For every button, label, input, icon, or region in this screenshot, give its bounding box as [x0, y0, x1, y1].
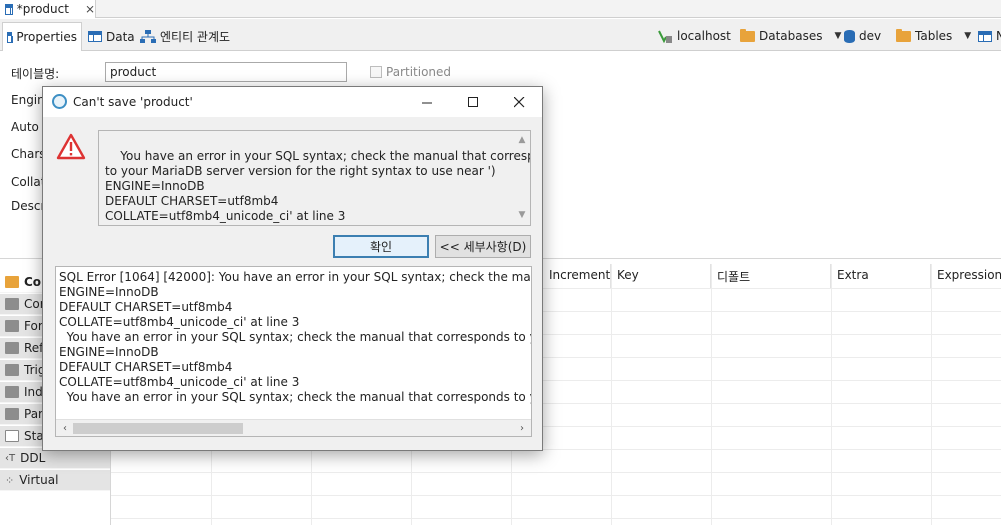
tab-partitions-label: Par: [24, 407, 43, 421]
connection-label: localhost: [677, 29, 731, 43]
minimize-icon: [421, 102, 432, 103]
column-header-key[interactable]: Key: [611, 264, 711, 288]
dialog-title: Can't save 'product': [73, 95, 193, 109]
folder-icon: [5, 386, 19, 398]
column-header-extra[interactable]: Extra: [831, 264, 931, 288]
tab-data[interactable]: Data: [84, 22, 139, 51]
grid-line: [111, 518, 1001, 519]
scrollbar-thumb[interactable]: [73, 423, 243, 434]
error-details-box[interactable]: SQL Error [1064] [42000]: You have an er…: [55, 266, 532, 437]
connection-selector[interactable]: localhost: [657, 27, 731, 45]
folder-icon: [5, 364, 19, 376]
table-icon: [978, 30, 992, 42]
editor-tab-product[interactable]: *product ⨯: [0, 0, 96, 18]
error-details-text: SQL Error [1064] [42000]: You have an er…: [59, 270, 531, 404]
tab-properties-label: Properties: [16, 30, 77, 44]
chevron-down-icon[interactable]: ▼: [835, 31, 842, 41]
horizontal-scrollbar[interactable]: ‹ ›: [56, 419, 531, 436]
details-button[interactable]: << 세부사항(D): [435, 235, 531, 258]
editor-tab-bar: *product ⨯: [0, 0, 1001, 18]
error-dialog: Can't save 'product' You have an error i…: [42, 86, 543, 451]
close-tab-icon[interactable]: ⨯: [85, 2, 95, 16]
database-icon: [844, 29, 855, 43]
scroll-down-icon[interactable]: ▼: [519, 208, 526, 223]
tab-properties[interactable]: Properties: [2, 22, 82, 51]
grid-line: [931, 264, 932, 525]
databases-folder-icon: [740, 28, 755, 42]
scroll-right-icon[interactable]: ›: [515, 421, 529, 435]
scroll-left-icon[interactable]: ‹: [58, 421, 72, 435]
table-selector-label: N: [996, 29, 1001, 43]
minimize-button[interactable]: [404, 87, 450, 117]
folder-icon: [5, 408, 19, 420]
app-icon: [52, 94, 67, 109]
close-icon: [513, 96, 524, 107]
tab-ddl[interactable]: ‹T DDL: [0, 448, 110, 469]
tab-er-diagram-label: 엔티티 관계도: [160, 30, 231, 44]
message-scrollbar[interactable]: ▲ ▼: [516, 133, 528, 223]
table-icon: [5, 3, 13, 15]
databases-label: Databases: [759, 29, 823, 43]
auto-increment-label: Auto I: [11, 120, 47, 134]
checkbox-icon[interactable]: [370, 66, 382, 78]
grid-line: [831, 264, 832, 525]
connection-icon: [658, 30, 672, 44]
constraints-icon: [5, 298, 19, 310]
info-icon: [5, 430, 19, 442]
properties-icon: [7, 31, 14, 43]
tab-ddl-label: DDL: [20, 451, 46, 465]
maximize-button[interactable]: [450, 87, 496, 117]
maximize-icon: [467, 96, 478, 107]
table-name-input[interactable]: product: [105, 62, 347, 82]
editor-tab-title: *product: [16, 2, 69, 16]
ddl-icon: ‹T: [5, 452, 16, 464]
folder-icon: [5, 342, 19, 354]
tables-selector[interactable]: Tables ▼: [896, 27, 971, 45]
chevron-down-icon[interactable]: ▼: [964, 31, 971, 41]
tables-label: Tables: [915, 29, 953, 43]
column-header-increment[interactable]: Increment: [543, 264, 611, 288]
tab-virtual-label: Virtual: [19, 473, 59, 487]
partitioned-label: Partitioned: [386, 65, 452, 79]
error-message-box: You have an error in your SQL syntax; ch…: [98, 130, 531, 226]
warning-icon: [56, 133, 86, 160]
database-label: dev: [859, 29, 882, 43]
virtual-icon: ⁘: [5, 473, 15, 487]
tab-references-label: Ref: [24, 341, 44, 355]
scroll-up-icon[interactable]: ▲: [519, 133, 526, 148]
close-button[interactable]: [496, 87, 542, 117]
tab-virtual[interactable]: ⁘ Virtual: [0, 470, 110, 491]
data-icon: [88, 31, 102, 42]
er-diagram-icon: [140, 29, 156, 43]
sub-tab-bar: Properties Data 엔티티 관계도 localhost Databa…: [0, 19, 1001, 51]
columns-icon: [5, 276, 19, 288]
tab-foreign-keys-label: For: [24, 319, 43, 333]
tables-folder-icon: [896, 28, 911, 42]
table-name-label: 테이블명:: [11, 67, 60, 81]
tab-er-diagram[interactable]: 엔티티 관계도: [136, 22, 234, 51]
grid-line: [111, 495, 1001, 496]
databases-selector[interactable]: Databases ▼: [740, 27, 841, 45]
partitioned-checkbox[interactable]: Partitioned: [370, 65, 451, 79]
collation-label: Collat: [11, 175, 46, 189]
ok-button[interactable]: 확인: [333, 235, 429, 258]
folder-icon: [5, 320, 19, 332]
error-message: You have an error in your SQL syntax; ch…: [105, 149, 530, 223]
table-selector[interactable]: N: [978, 27, 1001, 45]
grid-line: [611, 264, 612, 525]
grid-line: [111, 472, 1001, 473]
column-header-default[interactable]: 디폴트: [711, 264, 831, 288]
tab-data-label: Data: [106, 29, 135, 44]
database-selector[interactable]: dev: [844, 27, 881, 45]
column-header-expression[interactable]: Expression: [931, 264, 1001, 288]
tab-indexes-label: Ind: [24, 385, 43, 399]
dialog-titlebar[interactable]: Can't save 'product': [43, 87, 542, 117]
grid-line: [711, 264, 712, 525]
